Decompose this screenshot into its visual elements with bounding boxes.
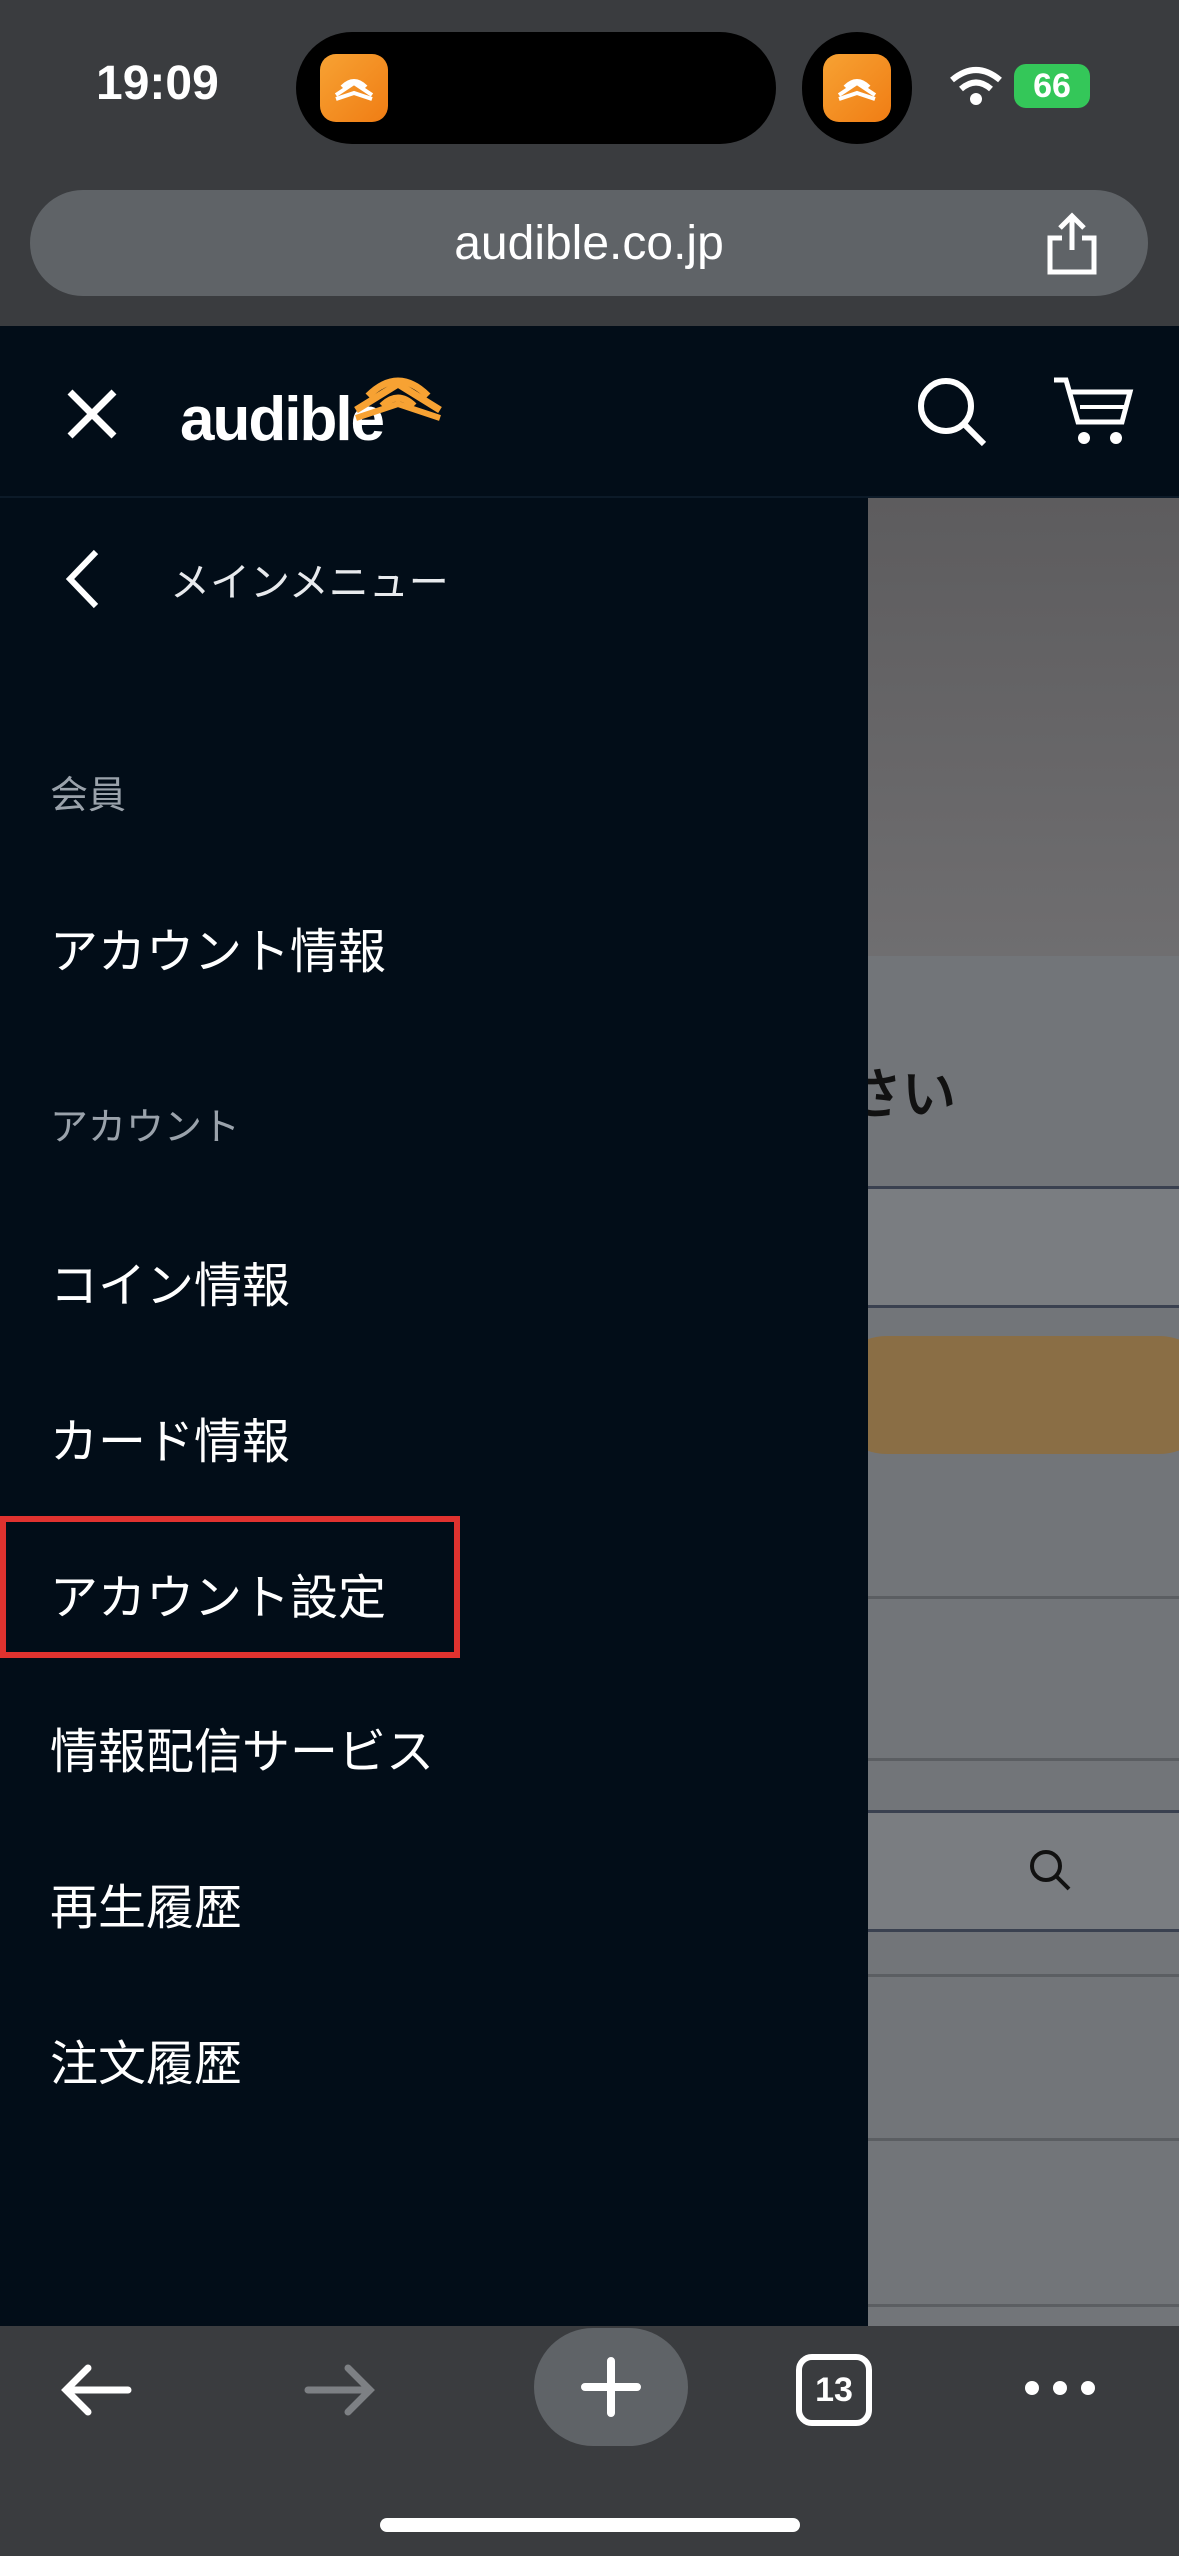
- menu-item-label: アカウント情報: [50, 924, 387, 980]
- highlight-box: [0, 1516, 460, 1658]
- new-tab-button[interactable]: [534, 2328, 688, 2446]
- address-bar[interactable]: audible.co.jp: [30, 190, 1148, 296]
- tab-switcher-button[interactable]: 13: [796, 2354, 872, 2426]
- divider: [868, 1974, 1179, 1977]
- wifi-icon: [950, 67, 1002, 105]
- section-label-member: 会員: [50, 773, 127, 817]
- more-options-icon[interactable]: [1020, 2368, 1100, 2408]
- dynamic-island: [296, 32, 776, 144]
- audible-app-icon: [823, 54, 891, 122]
- url-text: audible.co.jp: [454, 216, 724, 270]
- divider: [868, 2304, 1179, 2307]
- live-activity: [802, 32, 912, 144]
- plus-icon: [581, 2357, 641, 2417]
- section-label-account: アカウント: [50, 1105, 241, 1149]
- menu-item-label: コイン情報: [50, 1258, 291, 1314]
- menu-item-label: 情報配信サービス: [50, 1724, 435, 1780]
- divider: [868, 1596, 1179, 1599]
- audible-app-icon: [320, 54, 388, 122]
- close-icon[interactable]: [62, 384, 122, 444]
- page-input-field: [868, 1186, 1179, 1308]
- search-icon[interactable]: [912, 372, 992, 452]
- back-arrow-icon[interactable]: [58, 2360, 134, 2420]
- forward-arrow-icon[interactable]: [302, 2360, 378, 2420]
- audible-logo-waves-icon: [354, 377, 442, 421]
- menu-item-coin-info[interactable]: コイン情報: [0, 1200, 860, 1350]
- home-indicator: [380, 2518, 800, 2532]
- hero-banner: [868, 498, 1179, 956]
- menu-item-account-info[interactable]: アカウント情報: [0, 866, 860, 1016]
- page-search-field: [868, 1810, 1179, 1932]
- menu-item-card-info[interactable]: カード情報: [0, 1356, 860, 1506]
- search-icon: [1030, 1850, 1071, 1891]
- page-heading: さい: [868, 1063, 956, 1126]
- divider: [868, 2138, 1179, 2141]
- site-header: [0, 326, 1179, 498]
- menu-item-listening-history[interactable]: 再生履歴: [0, 1822, 860, 1972]
- menu-item-label: カード情報: [50, 1414, 291, 1470]
- menu-item-newsletter-service[interactable]: 情報配信サービス: [0, 1666, 860, 1816]
- share-icon[interactable]: [1042, 210, 1102, 276]
- page-primary-button: [868, 1336, 1179, 1454]
- chevron-left-icon[interactable]: [62, 548, 102, 610]
- menu-item-order-history[interactable]: 注文履歴: [0, 1978, 860, 2128]
- back-label: メインメニュー: [170, 560, 449, 606]
- menu-item-label: 再生履歴: [50, 1880, 243, 1936]
- battery-indicator: 66: [1014, 64, 1090, 108]
- menu-item-label: 注文履歴: [50, 2036, 243, 2092]
- background-page: さい: [868, 498, 1179, 2326]
- divider: [868, 1758, 1179, 1761]
- cart-icon[interactable]: [1050, 372, 1134, 452]
- status-time: 19:09: [96, 57, 219, 110]
